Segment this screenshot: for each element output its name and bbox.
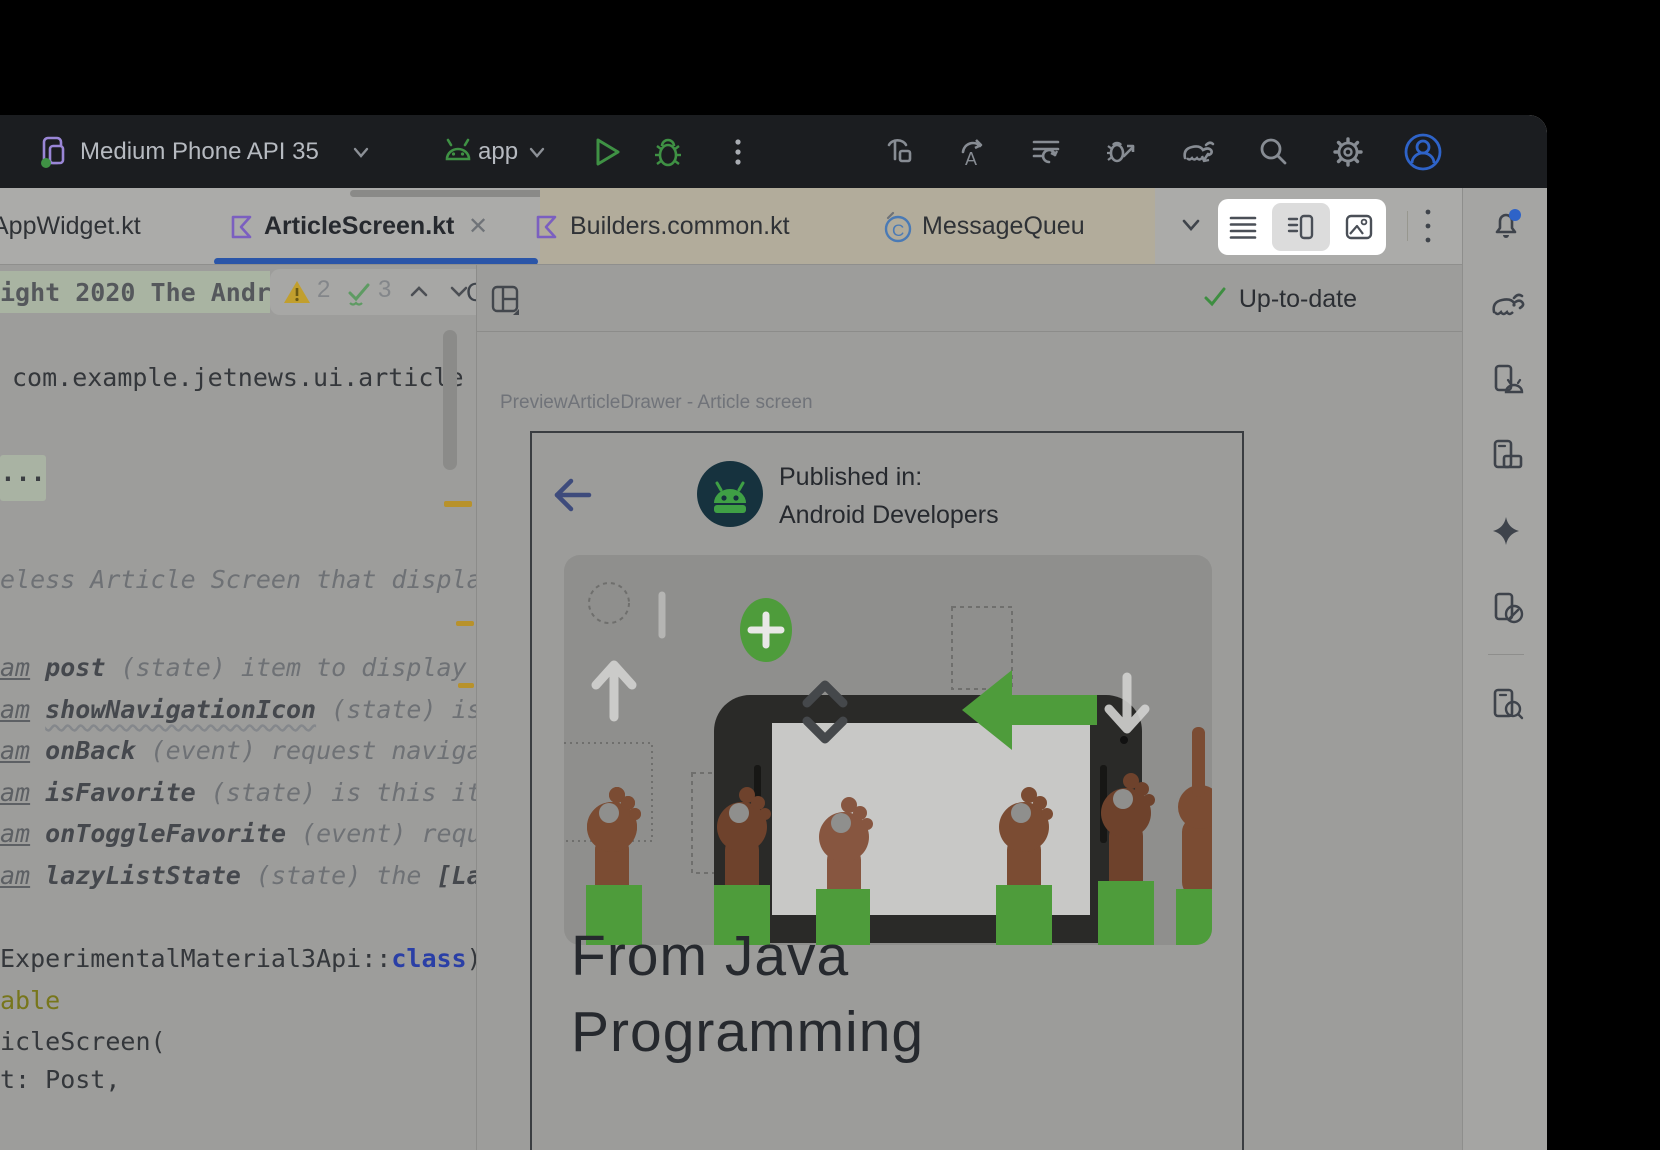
android-head-icon	[438, 132, 478, 172]
preview-status-text: Up-to-date	[1239, 285, 1357, 313]
kotlin-file-icon	[533, 213, 561, 241]
chevron-down-icon[interactable]	[348, 139, 374, 165]
article-preview-card[interactable]: Published in: Android Developers	[530, 431, 1244, 1150]
code-view-icon[interactable]	[1228, 212, 1258, 242]
split-view-icon[interactable]	[1286, 212, 1316, 242]
ok-check-icon[interactable]	[342, 277, 374, 309]
right-tool-window-bar	[1462, 188, 1547, 1150]
code-line[interactable]: ight 2020 The Andr	[0, 273, 271, 313]
code-line[interactable]: t: Post,	[0, 1060, 120, 1100]
code-line[interactable]: able	[0, 981, 60, 1021]
code-line[interactable]: am lazyListState (state) the [La	[0, 856, 476, 896]
hands-phone-illustration	[564, 555, 1212, 945]
design-view-icon[interactable]	[1344, 212, 1374, 242]
code-line[interactable]: icleScreen(	[0, 1022, 166, 1062]
close-tab-icon[interactable]: ✕	[468, 212, 488, 241]
ide-window: Medium Phone API 35 app	[0, 115, 1547, 1150]
code-line[interactable]: am isFavorite (state) is this it	[0, 773, 476, 813]
gradle-sync-icon[interactable]	[1177, 132, 1217, 172]
back-arrow-icon[interactable]	[551, 475, 595, 515]
debug-button[interactable]	[648, 132, 688, 172]
kotlin-file-icon	[228, 213, 256, 241]
device-icon	[34, 132, 74, 172]
apply-changes-restart-icon[interactable]	[1026, 132, 1066, 172]
tab-appwidget[interactable]: AppWidget.kt	[0, 212, 141, 241]
device-mirroring-icon[interactable]	[1486, 588, 1526, 628]
main-toolbar: Medium Phone API 35 app	[0, 115, 1547, 188]
compose-preview-pane: Up-to-date PreviewArticleDrawer - Articl…	[477, 265, 1462, 1150]
tab-builders-common[interactable]: Builders.common.kt	[570, 212, 790, 241]
preview-status: Up-to-date	[1201, 283, 1357, 314]
warning-stripe-mark[interactable]	[456, 621, 474, 626]
preview-label[interactable]: PreviewArticleDrawer - Article screen	[500, 392, 813, 414]
editor-vertical-scrollbar[interactable]	[443, 330, 457, 470]
warning-count[interactable]: 2	[317, 276, 330, 304]
device-manager-icon[interactable]	[1486, 360, 1526, 400]
search-icon[interactable]	[1253, 132, 1293, 172]
settings-gear-icon[interactable]	[1328, 132, 1368, 172]
prev-issue-chevron-icon[interactable]	[406, 279, 432, 305]
article-hero-image	[564, 555, 1212, 945]
code-line[interactable]: am onToggleFavorite (event) requ	[0, 814, 476, 854]
code-line[interactable]: am post (state) item to display	[0, 648, 467, 688]
code-line[interactable]: ExperimentalMaterial3Api::class)	[0, 939, 476, 979]
notifications-bell-icon[interactable]	[1486, 204, 1526, 244]
view-mode-switcher	[1218, 199, 1386, 255]
code-line[interactable]: am onBack (event) request naviga	[0, 731, 476, 771]
warning-stripe-mark[interactable]	[444, 501, 472, 507]
toolbar-divider	[1407, 211, 1408, 241]
warning-stripe-mark[interactable]	[458, 683, 474, 688]
running-devices-icon[interactable]	[1486, 436, 1526, 476]
preview-layout-options-icon[interactable]	[488, 283, 524, 319]
publication-avatar	[697, 461, 763, 527]
inspection-widget: 2 3	[270, 269, 476, 315]
java-class-icon: C	[880, 210, 914, 244]
run-configuration[interactable]: app	[478, 115, 518, 188]
android-logo-icon	[697, 461, 763, 527]
apply-code-changes-icon[interactable]: A	[951, 132, 991, 172]
android-studio-screenshot: Medium Phone API 35 app	[0, 0, 1660, 1150]
gradle-elephant-icon[interactable]	[1486, 284, 1526, 324]
editor-options-kebab-icon[interactable]	[1418, 203, 1438, 249]
run-button[interactable]	[586, 132, 626, 172]
check-icon	[1201, 283, 1229, 311]
svg-text:C: C	[892, 221, 904, 240]
code-line[interactable]: eless Article Screen that displa	[0, 560, 476, 600]
article-title-line2: Programming	[571, 999, 924, 1065]
build-hammer-icon[interactable]	[879, 132, 919, 172]
user-avatar[interactable]	[1403, 132, 1443, 172]
app-inspection-icon[interactable]	[1486, 684, 1526, 724]
published-in-label: Published in:	[779, 463, 922, 492]
tab-messagequeue[interactable]: MessageQueu	[922, 212, 1085, 241]
svg-text:A: A	[965, 149, 977, 169]
folded-imports-chip[interactable]: ...	[0, 455, 46, 501]
inspection-partial-glyph: C	[466, 277, 476, 308]
sidebar-divider	[1488, 654, 1524, 655]
gemini-sparkle-icon[interactable]	[1486, 512, 1526, 552]
attach-debugger-icon[interactable]	[1102, 132, 1142, 172]
device-selector[interactable]: Medium Phone API 35	[80, 115, 319, 188]
warning-icon[interactable]	[282, 277, 312, 307]
publication-name: Android Developers	[779, 501, 999, 530]
article-title-line1: From Java	[571, 923, 849, 989]
preview-toolbar-divider	[477, 331, 1462, 332]
code-editor[interactable]: 2 3 C ight 2020 The Andr com.example.jetn…	[0, 265, 476, 1150]
code-line[interactable]: com.example.jetnews.ui.article	[12, 358, 464, 398]
more-actions-kebab-icon[interactable]	[718, 132, 758, 172]
code-line[interactable]: am showNavigationIcon (state) is	[0, 690, 476, 730]
editor-tab-bar: AppWidget.kt ArticleScreen.kt ✕ Builders…	[0, 188, 1547, 265]
ok-count[interactable]: 3	[378, 276, 391, 304]
chevron-down-icon[interactable]	[524, 139, 550, 165]
hidden-tabs-chevron-icon[interactable]	[1176, 210, 1206, 240]
tab-articlescreen[interactable]: ArticleScreen.kt	[264, 212, 454, 241]
